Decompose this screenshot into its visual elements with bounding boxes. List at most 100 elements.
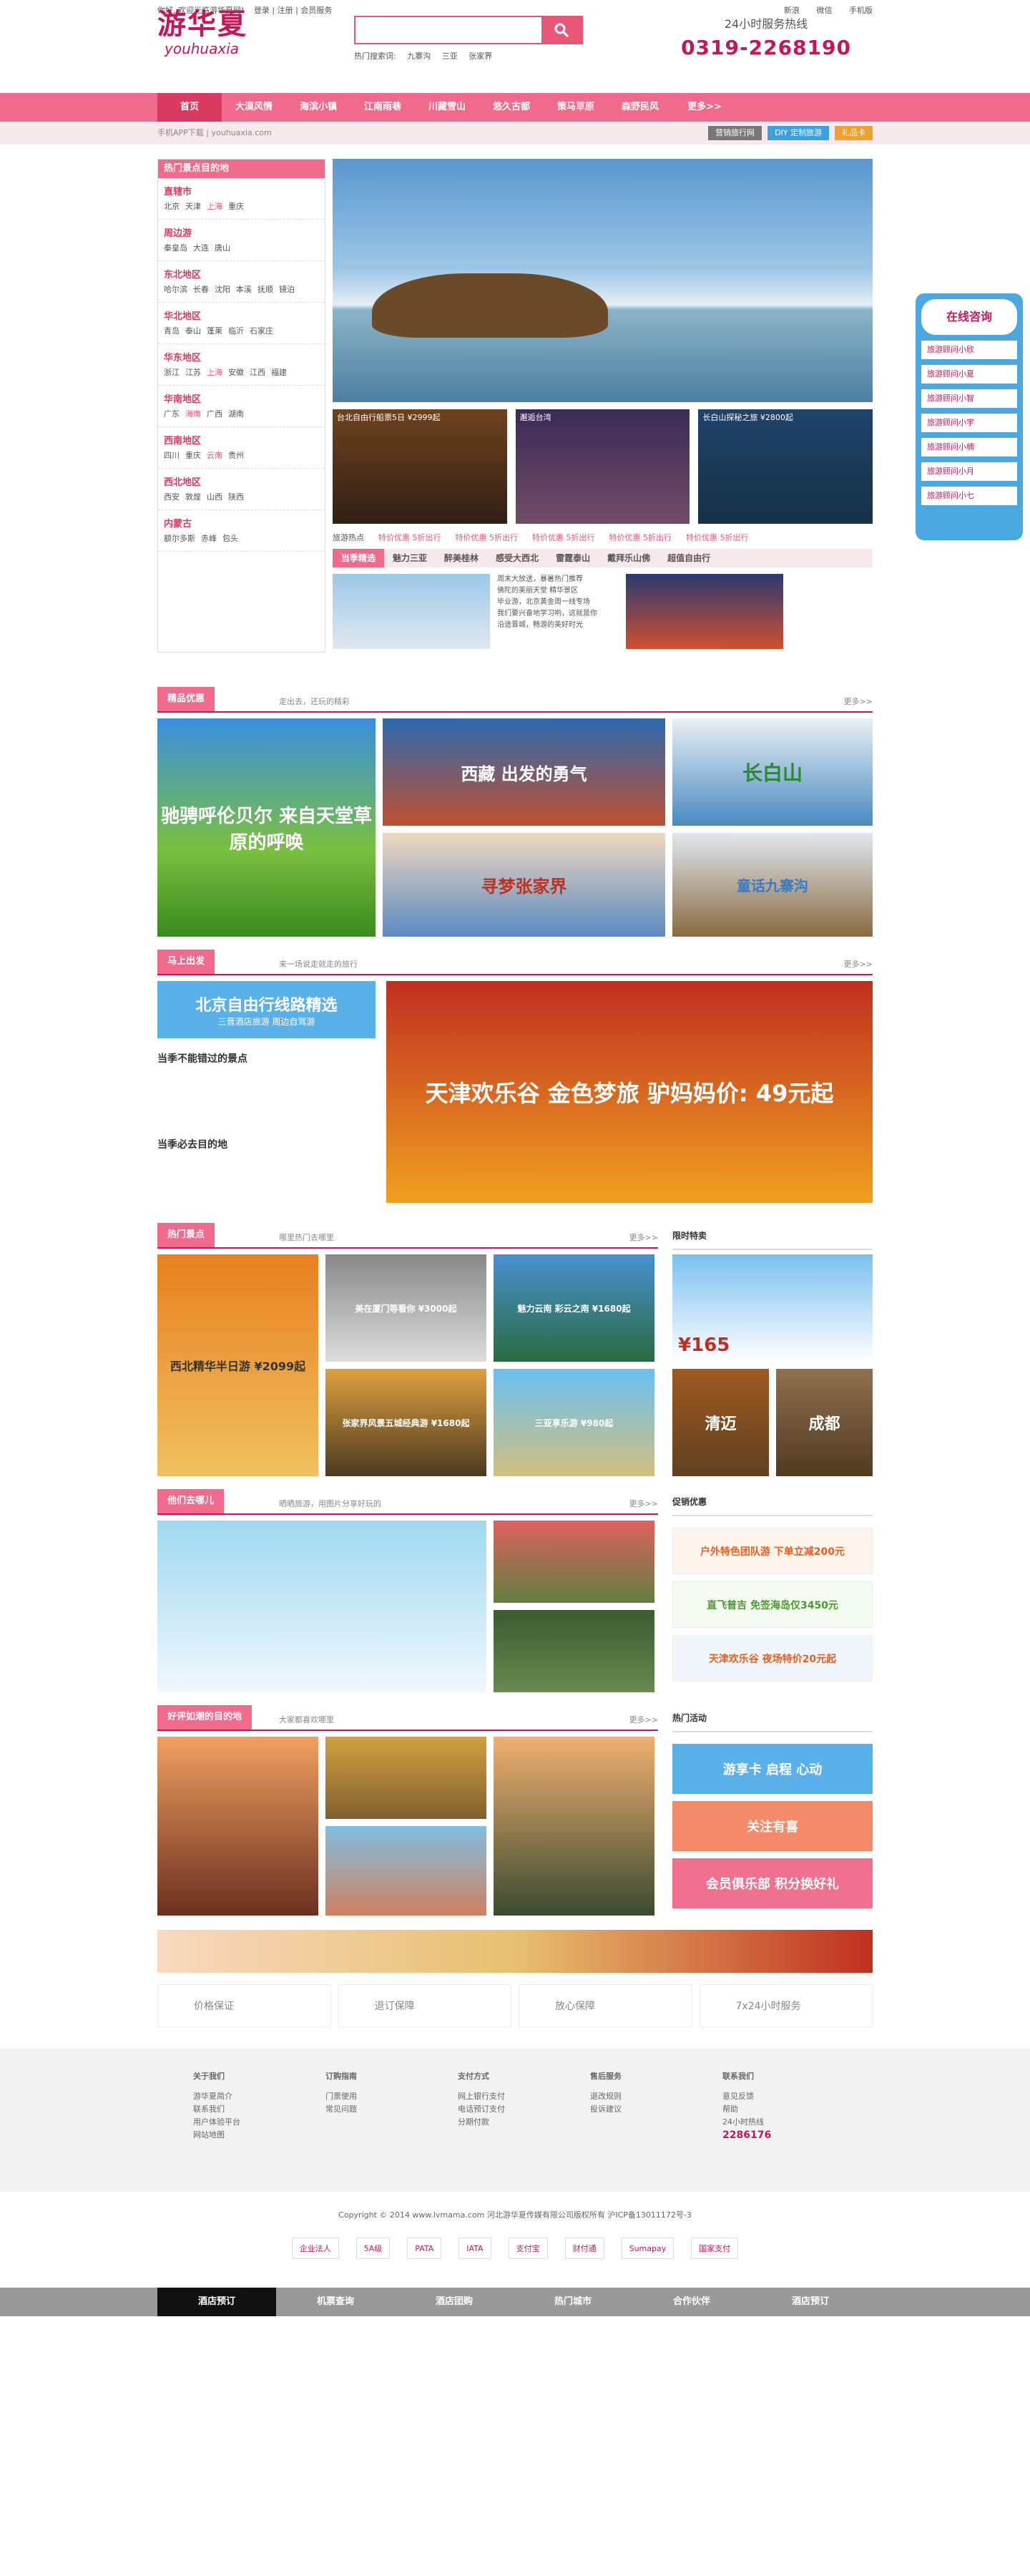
nav-item[interactable]: 森野民风 [608,93,672,122]
consult-item[interactable]: 旅游顾问小七 [921,487,1017,505]
more-link[interactable]: 更多>> [844,696,873,707]
hot-link[interactable]: 张家界 [469,52,492,61]
thumb[interactable]: 邂逅台湾 [515,409,690,524]
nav-item[interactable]: 更多>> [672,93,737,122]
tab[interactable]: 雷霆泰山 [547,549,599,567]
bottom-nav-item[interactable]: 酒店预订 [751,2288,870,2316]
deal-block[interactable]: 寻梦张家界 [383,833,665,937]
nav-item[interactable]: 大漠风情 [222,93,286,122]
photo-block[interactable] [494,1521,654,1603]
hot-link[interactable]: 三亚 [442,52,458,61]
logo[interactable]: 游华夏 youhuaxia [157,7,258,57]
nav-item[interactable]: 悠久古都 [479,93,544,122]
dest-block[interactable] [157,1737,318,1916]
spot-block[interactable]: 三亚享乐游 ¥980起 [494,1369,654,1476]
deal-block[interactable]: 西藏 出发的勇气 [383,718,665,826]
deal-block[interactable]: 驰骋呼伦贝尔 来自天堂草原的呼唤 [157,718,376,937]
photo-block[interactable] [157,1521,486,1692]
hot-link[interactable]: 九寨沟 [407,52,431,61]
promo-item[interactable]: 直飞普吉 免签海岛仅3450元 [672,1581,873,1628]
online-consult: 在线咨询 旅游顾问小欣 旅游顾问小夏 旅游顾问小智 旅游顾问小宇 旅游顾问小楠 … [916,293,1023,540]
dest-block[interactable] [494,1737,654,1916]
main-banner[interactable] [333,159,873,402]
deal-card[interactable]: 成都 [776,1369,873,1476]
sub-bar: 手机APP下载 | youhuaxia.com 营销旅行网 DIY 定制旅游 礼… [0,122,1030,145]
section-deals: 精品优惠 走出去，还玩的精彩 更多>> 驰骋呼伦贝尔 来自天堂草原的呼唤 西藏 出发… [157,687,873,937]
section-go-now: 马上出发 来一场说走就走的旅行 更多>> 北京自由行线路精选 三晋酒店旅游 周边自驾游… [157,950,873,1210]
flash-sale-title: 限时特卖 [672,1223,873,1250]
tab-image[interactable] [333,574,490,649]
nav-item[interactable]: 川藏雪山 [415,93,479,122]
sub-button[interactable]: DIY 定制旅游 [767,126,829,140]
activity-item[interactable]: 关注有喜 [672,1801,873,1851]
tab[interactable]: 戴拜乐山佛 [599,549,659,567]
bottom-nav: 酒店预订 机票查询 酒店团购 热门城市 合作伙伴 酒店预订 [0,2288,1030,2316]
dest-block[interactable] [325,1826,486,1916]
consult-item[interactable]: 旅游顾问小夏 [921,365,1017,384]
dest-block[interactable] [325,1737,486,1819]
thumb[interactable]: 台北自由行船票5日 ¥2999起 [333,409,507,524]
search-input[interactable] [355,17,541,43]
footer: 关于我们 游华夏简介 联系我们 用户体验平台 网站地图 订购指南 门票使用 常见问题 支付方… [0,2049,1030,2192]
nav-item[interactable]: 海滨小镇 [286,93,350,122]
tab-content: 周末大放送，暴暑热门推荐 佛陀的美丽天堂 精华景区 毕业游，北京黄金周一线专场 我们要… [333,574,873,653]
spot-block[interactable]: 西北精华半日游 ¥2099起 [157,1254,318,1476]
search-icon [554,23,569,38]
search-area: 热门搜索词: 九寨沟 三亚 张家界 [354,16,583,62]
consult-item[interactable]: 旅游顾问小智 [921,389,1017,408]
header: 游华夏 youhuaxia 热门搜索词: 九寨沟 三亚 张家界 24小时服务热线… [157,7,873,93]
mobile-link[interactable]: 手机版 [849,6,873,15]
hotline-number: 0319-2268190 [681,36,851,59]
consult-item[interactable]: 旅游顾问小楠 [921,438,1017,457]
photo-block[interactable] [494,1610,654,1692]
activity-item[interactable]: 会员俱乐部 积分换好礼 [672,1858,873,1908]
guarantee-row: 价格保证 退订保障 放心保障 7x24小时服务 [157,1984,873,2027]
spot-block[interactable]: 魅力云南 彩云之南 ¥1680起 [494,1254,654,1362]
search-button[interactable] [541,17,582,43]
tab[interactable]: 魅力三亚 [384,549,436,567]
spot-block[interactable]: 张家界风景五城经典游 ¥1680起 [325,1369,486,1476]
deal-block[interactable]: 童话九寨沟 [672,833,873,937]
bottom-nav-item[interactable]: 热门城市 [514,2288,632,2316]
consult-item[interactable]: 旅游顾问小月 [921,462,1017,481]
promo-item[interactable]: 天津欢乐谷 夜场特价20元起 [672,1635,873,1682]
bottom-nav-item[interactable]: 合作伙伴 [632,2288,751,2316]
bottom-nav-item[interactable]: 机票查询 [276,2288,395,2316]
hotline: 24小时服务热线 0319-2268190 [681,17,851,59]
more-link[interactable]: 更多>> [629,1231,658,1243]
spot-block[interactable]: 美在厦门等看你 ¥3000起 [325,1254,486,1362]
thumb[interactable]: 长白山探秘之旅 ¥2800起 [698,409,873,524]
houseboat-image [372,273,608,338]
more-link[interactable]: 更多>> [629,1714,658,1725]
flash-deal[interactable]: ¥165 [672,1254,873,1362]
deal-block[interactable]: 长白山 [672,718,873,826]
deal-card[interactable]: 清迈 [672,1369,769,1476]
activity-item[interactable]: 游享卡 启程 心动 [672,1744,873,1794]
happy-valley-banner[interactable]: 天津欢乐谷 金色梦旅 驴妈妈价: 49元起 [386,981,873,1203]
register-link[interactable]: 注册 [278,6,293,15]
tab-image[interactable] [626,574,783,649]
nav-item[interactable]: 策马草原 [544,93,608,122]
nav-item[interactable]: 首页 [157,93,222,122]
section-top-rated: 好评如潮的目的地 大家都喜欢哪里 更多>> 热门活动 游享卡 启程 心动 关注有喜 … [157,1705,873,2027]
tab[interactable]: 超值自由行 [659,549,719,567]
consult-item[interactable]: 旅游顾问小宇 [921,414,1017,432]
promo-item[interactable]: 户外特色团队游 下单立减200元 [672,1528,873,1574]
tab[interactable]: 感受大西北 [487,549,547,567]
bottom-nav-item[interactable]: 酒店预订 [157,2288,276,2316]
consult-item[interactable]: 旅游顾问小欣 [921,341,1017,359]
sub-button[interactable]: 礼品卡 [835,126,873,140]
member-link[interactable]: 会员服务 [300,6,332,15]
wuxi-banner[interactable] [157,1930,873,1973]
more-link[interactable]: 更多>> [844,958,873,970]
nav-item[interactable]: 江南雨巷 [350,93,415,122]
tab[interactable]: 醉美桂林 [436,549,487,567]
promo-strip: 旅游热点 特价优惠 5折出行 特价优惠 5折出行 特价优惠 5折出行 特价优惠 5折出行… [333,533,749,542]
banner-thumbs: 台北自由行船票5日 ¥2999起 邂逅台湾 长白山探秘之旅 ¥2800起 [333,409,873,524]
beijing-block[interactable]: 北京自由行线路精选 三晋酒店旅游 周边自驾游 [157,981,376,1038]
more-link[interactable]: 更多>> [629,1498,658,1509]
destination-sidebar: 热门景点目的地 直辖市 北京 天津 上海 重庆 周边游 秦皇岛 大连 唐山 东北地区 哈尔滨 长春… [157,159,325,653]
sub-button[interactable]: 营销旅行网 [708,126,762,140]
bottom-nav-item[interactable]: 酒店团购 [395,2288,514,2316]
tab[interactable]: 当季精选 [333,549,385,567]
